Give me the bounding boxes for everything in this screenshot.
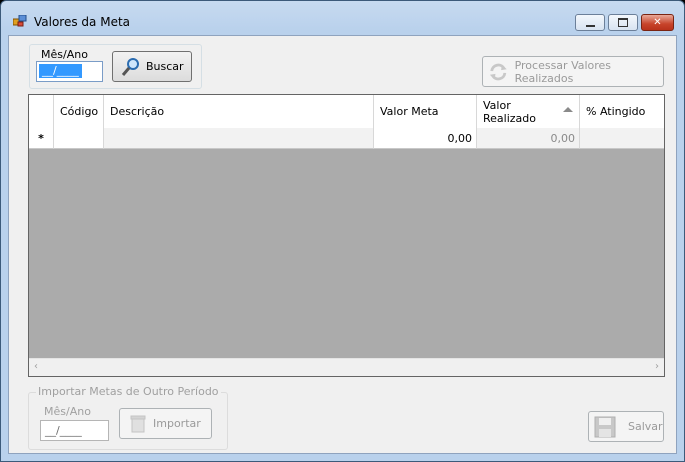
- new-row-marker: *: [29, 128, 54, 149]
- search-button[interactable]: Buscar: [112, 51, 192, 82]
- cell-valor-realizado[interactable]: 0,00: [477, 128, 580, 149]
- magnifier-icon: [121, 57, 139, 76]
- column-header-valor-realizado[interactable]: Valor Realizado: [477, 95, 580, 128]
- window-title: Valores da Meta: [34, 15, 131, 29]
- month-year-value: __/____: [39, 64, 82, 78]
- minimize-icon: [585, 24, 595, 27]
- scroll-left-icon[interactable]: ‹: [34, 361, 38, 372]
- scroll-right-icon[interactable]: ›: [655, 361, 659, 372]
- maximize-button[interactable]: [608, 14, 638, 31]
- app-icon: [13, 15, 27, 27]
- save-button[interactable]: Salvar: [588, 411, 664, 442]
- trash-icon: [130, 415, 146, 432]
- column-header-codigo[interactable]: Código: [54, 95, 104, 128]
- month-year-label: Mês/Ano: [41, 48, 88, 61]
- import-group-legend: Importar Metas de Outro Período: [36, 385, 221, 398]
- import-month-year-label: Mês/Ano: [44, 405, 91, 418]
- search-button-label: Buscar: [146, 60, 184, 73]
- column-header-descricao[interactable]: Descrição: [104, 95, 374, 128]
- close-button[interactable]: ✕: [641, 14, 674, 31]
- month-year-input[interactable]: __/____: [36, 61, 103, 82]
- refresh-icon: [489, 63, 507, 80]
- form-client-area: Mês/Ano __/____ Buscar Processar Valores…: [8, 35, 677, 454]
- horizontal-scrollbar[interactable]: ‹ ›: [29, 358, 664, 376]
- window: Valores da Meta ✕ Mês/Ano __/____ Buscar: [0, 0, 685, 462]
- search-group: Mês/Ano __/____ Buscar: [29, 44, 202, 89]
- row-header-corner: [29, 95, 54, 128]
- import-button-label: Importar: [153, 417, 201, 430]
- import-month-year-input[interactable]: __/____: [40, 420, 109, 441]
- cell-percent-atingido[interactable]: [580, 128, 664, 149]
- cell-codigo[interactable]: [54, 128, 104, 149]
- cell-descricao[interactable]: [104, 128, 374, 149]
- close-icon: ✕: [653, 17, 662, 28]
- column-header-valor-meta[interactable]: Valor Meta: [374, 95, 477, 128]
- sort-ascending-icon: [563, 107, 573, 112]
- floppy-disk-icon: [594, 416, 616, 437]
- process-button-label: Processar Valores Realizados: [514, 58, 612, 85]
- title-bar[interactable]: Valores da Meta ✕: [1, 1, 684, 35]
- import-goals-group: Importar Metas de Outro Período Mês/Ano …: [28, 385, 228, 450]
- minimize-button[interactable]: [575, 14, 605, 31]
- goals-data-grid[interactable]: Código Descrição Valor Meta Valor Realiz…: [28, 94, 665, 377]
- save-button-label: Salvar: [628, 420, 663, 433]
- new-row[interactable]: * 0,00 0,00: [29, 128, 664, 149]
- column-header-percent-atingido[interactable]: % Atingido: [580, 95, 664, 128]
- cell-valor-meta[interactable]: 0,00: [374, 128, 477, 149]
- import-button[interactable]: Importar: [119, 408, 212, 439]
- process-realized-values-button[interactable]: Processar Valores Realizados: [482, 56, 664, 87]
- maximize-icon: [618, 18, 628, 27]
- grid-header: Código Descrição Valor Meta Valor Realiz…: [29, 95, 664, 129]
